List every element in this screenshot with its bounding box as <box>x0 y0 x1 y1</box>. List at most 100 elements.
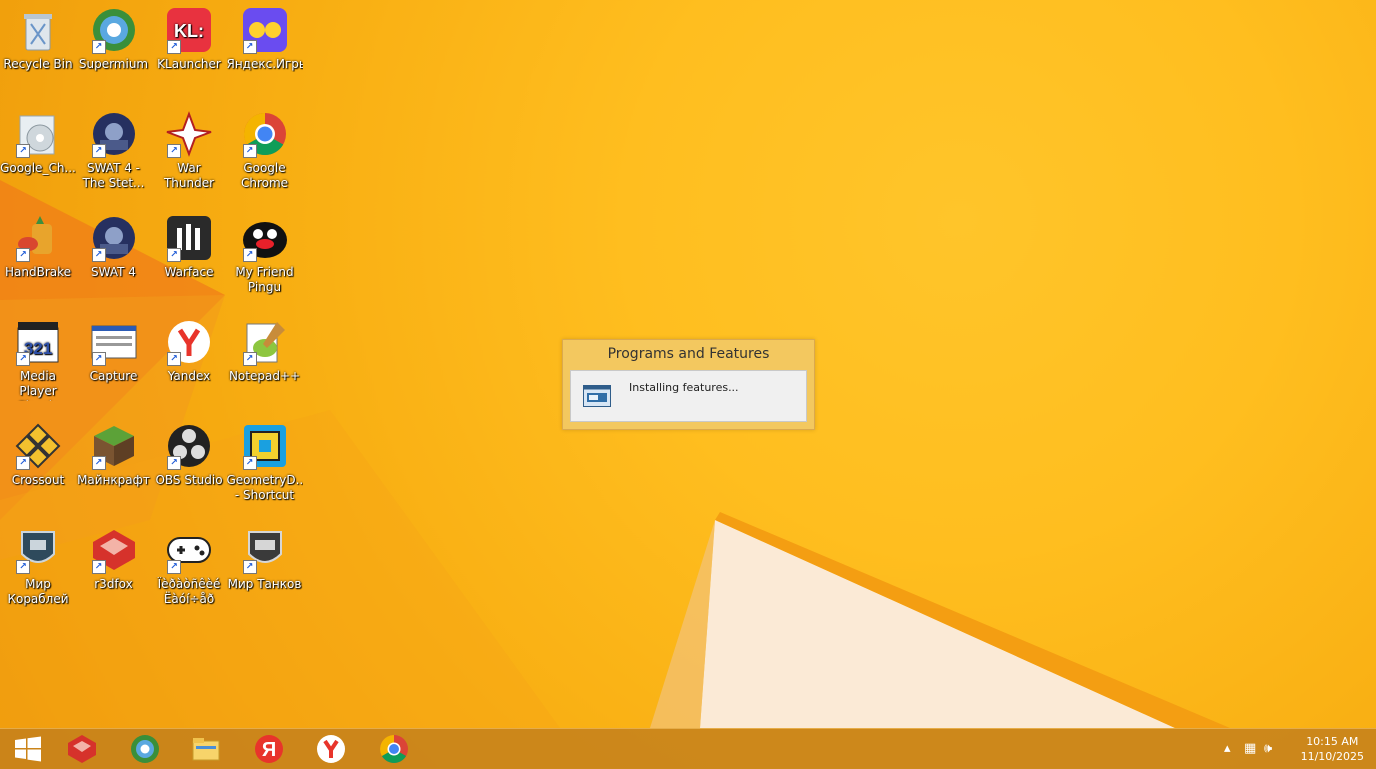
desktop-icon-label: Google Chrome <box>240 161 289 190</box>
file-explorer-icon <box>192 738 220 761</box>
dialog-title: Programs and Features <box>607 346 770 362</box>
desktop-icon-war-thunder[interactable]: ↗ War Thunder <box>151 106 227 191</box>
klauncher-icon: KL: ↗ <box>165 6 213 54</box>
desktop-icon-mir-tankov[interactable]: ↗ Мир Танков <box>227 522 303 592</box>
r3dfox-icon <box>68 735 96 763</box>
mir-tankov-icon: ↗ <box>241 526 289 574</box>
desktop-icon-media-player-classic[interactable]: 321↗Media Player Classic <box>0 314 76 401</box>
desktop-icon-klauncher[interactable]: KL: ↗ KLauncher <box>151 2 227 72</box>
shortcut-arrow-icon: ↗ <box>16 352 30 366</box>
crossout-icon: ↗ <box>14 422 62 470</box>
clock-date: 11/10/2025 <box>1300 750 1364 763</box>
warface-icon: ↗ <box>165 214 213 262</box>
desktop-icon-label: KLauncher <box>157 57 221 71</box>
desktop-icon-obs-studio[interactable]: ↗ OBS Studio <box>151 418 227 488</box>
dialog-message: Installing features... <box>629 381 739 394</box>
shortcut-arrow-icon: ↗ <box>91 560 106 574</box>
network-icon[interactable]: ▦ <box>1244 741 1256 756</box>
recycle-bin-icon <box>14 6 62 54</box>
desktop-icon-google-chrome[interactable]: ↗ Google Chrome <box>227 106 303 191</box>
desktop-icon-mir-korabley[interactable]: ↗ Мир Кораблей <box>0 522 76 607</box>
desktop-icon-swat4-stetchkov[interactable]: ↗ SWAT 4 - The Stet... <box>76 106 152 191</box>
desktop-icon-supermium[interactable]: ↗ Supermium <box>76 2 152 72</box>
desktop-icon-recycle-bin[interactable]: Recycle Bin <box>0 2 76 72</box>
shortcut-arrow-icon: ↗ <box>167 456 181 470</box>
desktop-icon-label: Мир Танков <box>227 577 302 591</box>
desktop-icon-label: Yandex <box>167 369 211 383</box>
taskbar-yandex[interactable]: Я <box>241 729 297 769</box>
desktop-icon-label: Яндекс.Игры <box>226 57 303 71</box>
desktop-icon-label: Capture <box>89 369 138 383</box>
svg-text:KL:: KL: <box>174 21 204 41</box>
installer-window-icon <box>583 385 611 407</box>
yandex-browser-icon <box>317 735 345 763</box>
desktop-icon-crossout[interactable]: ↗ Crossout <box>0 418 76 488</box>
desktop-icon-label: My Friend Pingu <box>235 265 294 294</box>
desktop-icon-pingu[interactable]: ↗ My Friend Pingu <box>227 210 303 295</box>
desktop-icon-gamepad[interactable]: ↗ Ïèðàòñêèé Ëàóí÷åð <box>151 522 227 607</box>
show-hidden-icons-icon[interactable]: ▴ <box>1224 741 1231 756</box>
desktop-icon-label: r3dfox <box>94 577 133 591</box>
handbrake-icon: ↗ <box>14 214 62 262</box>
desktop-icon-swat4[interactable]: ↗ SWAT 4 <box>76 210 152 280</box>
shortcut-arrow-icon: ↗ <box>16 560 30 574</box>
desktop-icon-label: GeometryD... - Shortcut <box>226 473 303 502</box>
desktop-icon-label: Media Player Classic <box>17 369 59 401</box>
shortcut-arrow-icon: ↗ <box>16 248 30 262</box>
windows-start-icon <box>15 736 41 762</box>
swat4-icon: ↗ <box>90 214 138 262</box>
desktop-icon-label: War Thunder <box>163 161 215 190</box>
taskbar-r3dfox[interactable] <box>54 729 110 769</box>
taskbar-supermium[interactable] <box>117 729 173 769</box>
desktop-icon-yandex-browser[interactable]: ↗ Yandex <box>151 314 227 384</box>
desktop-icon-r3dfox[interactable]: ↗ r3dfox <box>76 522 152 592</box>
desktop-icon-handbrake[interactable]: ↗ HandBrake <box>0 210 76 280</box>
shortcut-arrow-icon: ↗ <box>167 40 181 54</box>
desktop-icon-label: Майнкрафт <box>77 473 150 487</box>
shortcut-arrow-icon: ↗ <box>242 248 257 262</box>
desktop-icon-label: Supermium <box>78 57 149 71</box>
desktop-icon-label: Warface <box>164 265 214 279</box>
shortcut-arrow-icon: ↗ <box>242 560 257 574</box>
shortcut-arrow-icon: ↗ <box>242 456 257 470</box>
taskbar-google-chrome[interactable] <box>366 729 422 769</box>
desktop-icon-label: SWAT 4 - The Stet... <box>82 161 145 190</box>
shortcut-arrow-icon: ↗ <box>167 144 181 158</box>
desktop-icon-label: Notepad++ <box>228 369 301 383</box>
shortcut-arrow-icon: ↗ <box>167 352 181 366</box>
start-button[interactable] <box>0 729 56 769</box>
yandex-browser-icon: ↗ <box>165 318 213 366</box>
desktop-icon-label: SWAT 4 <box>91 265 136 279</box>
shortcut-arrow-icon: ↗ <box>91 248 106 262</box>
shortcut-arrow-icon: ↗ <box>91 352 106 366</box>
shortcut-arrow-icon: ↗ <box>242 352 257 366</box>
desktop-icon-label: Google_Ch... <box>0 161 76 175</box>
desktop-icon-label: Crossout <box>11 473 65 487</box>
gamepad-icon: ↗ <box>165 526 213 574</box>
war-thunder-icon: ↗ <box>165 110 213 158</box>
shortcut-arrow-icon: ↗ <box>167 560 181 574</box>
desktop-icon-yandex-games[interactable]: ↗ Яндекс.Игры <box>227 2 303 72</box>
desktop-icon-capture[interactable]: ↗ Capture <box>76 314 152 384</box>
desktop-icon-label: OBS Studio <box>155 473 223 487</box>
shortcut-arrow-icon: ↗ <box>91 40 106 54</box>
notepad-plus-plus-icon: ↗ <box>241 318 289 366</box>
desktop-icon-minecraft[interactable]: ↗ Майнкрафт <box>76 418 152 488</box>
desktop-icon-geometry-dash[interactable]: ↗ GeometryD... - Shortcut <box>227 418 303 503</box>
pingu-icon: ↗ <box>241 214 289 262</box>
desktop-icon-warface[interactable]: ↗ Warface <box>151 210 227 280</box>
desktop-icon-notepad-plus-plus[interactable]: ↗ Notepad++ <box>227 314 303 384</box>
taskbar-yandex-browser[interactable] <box>303 729 359 769</box>
supermium-icon: ↗ <box>90 6 138 54</box>
shortcut-arrow-icon: ↗ <box>242 144 257 158</box>
volume-icon[interactable]: 🕪 <box>1264 741 1272 756</box>
swat4-stetchkov-icon: ↗ <box>90 110 138 158</box>
capture-icon: ↗ <box>90 318 138 366</box>
yandex-icon: Я <box>255 735 283 763</box>
taskbar-file-explorer[interactable] <box>178 729 234 769</box>
google-chrome-installer-icon: ↗ <box>14 110 62 158</box>
google-chrome-icon <box>380 735 408 763</box>
shortcut-arrow-icon: ↗ <box>167 248 181 262</box>
desktop-icon-google-chrome-installer[interactable]: ↗ Google_Ch... <box>0 106 76 176</box>
clock[interactable]: 10:15 AM 11/10/2025 <box>1301 734 1364 764</box>
